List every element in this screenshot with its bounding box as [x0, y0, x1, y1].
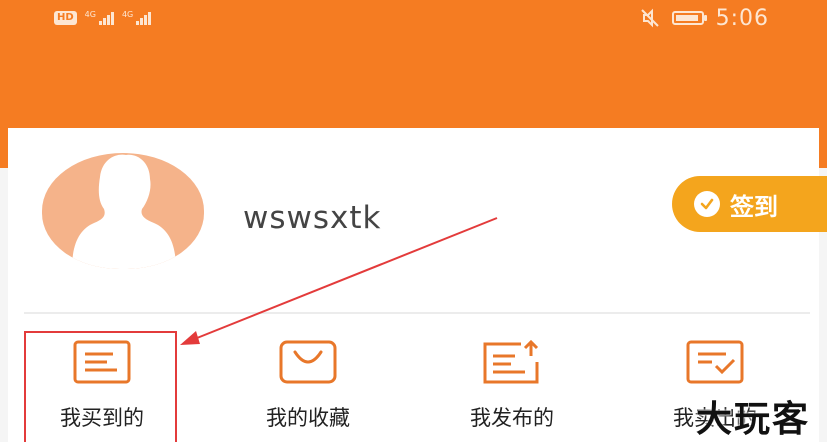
- watermark: 大玩客: [696, 398, 811, 440]
- annotation-arrow: [180, 217, 498, 345]
